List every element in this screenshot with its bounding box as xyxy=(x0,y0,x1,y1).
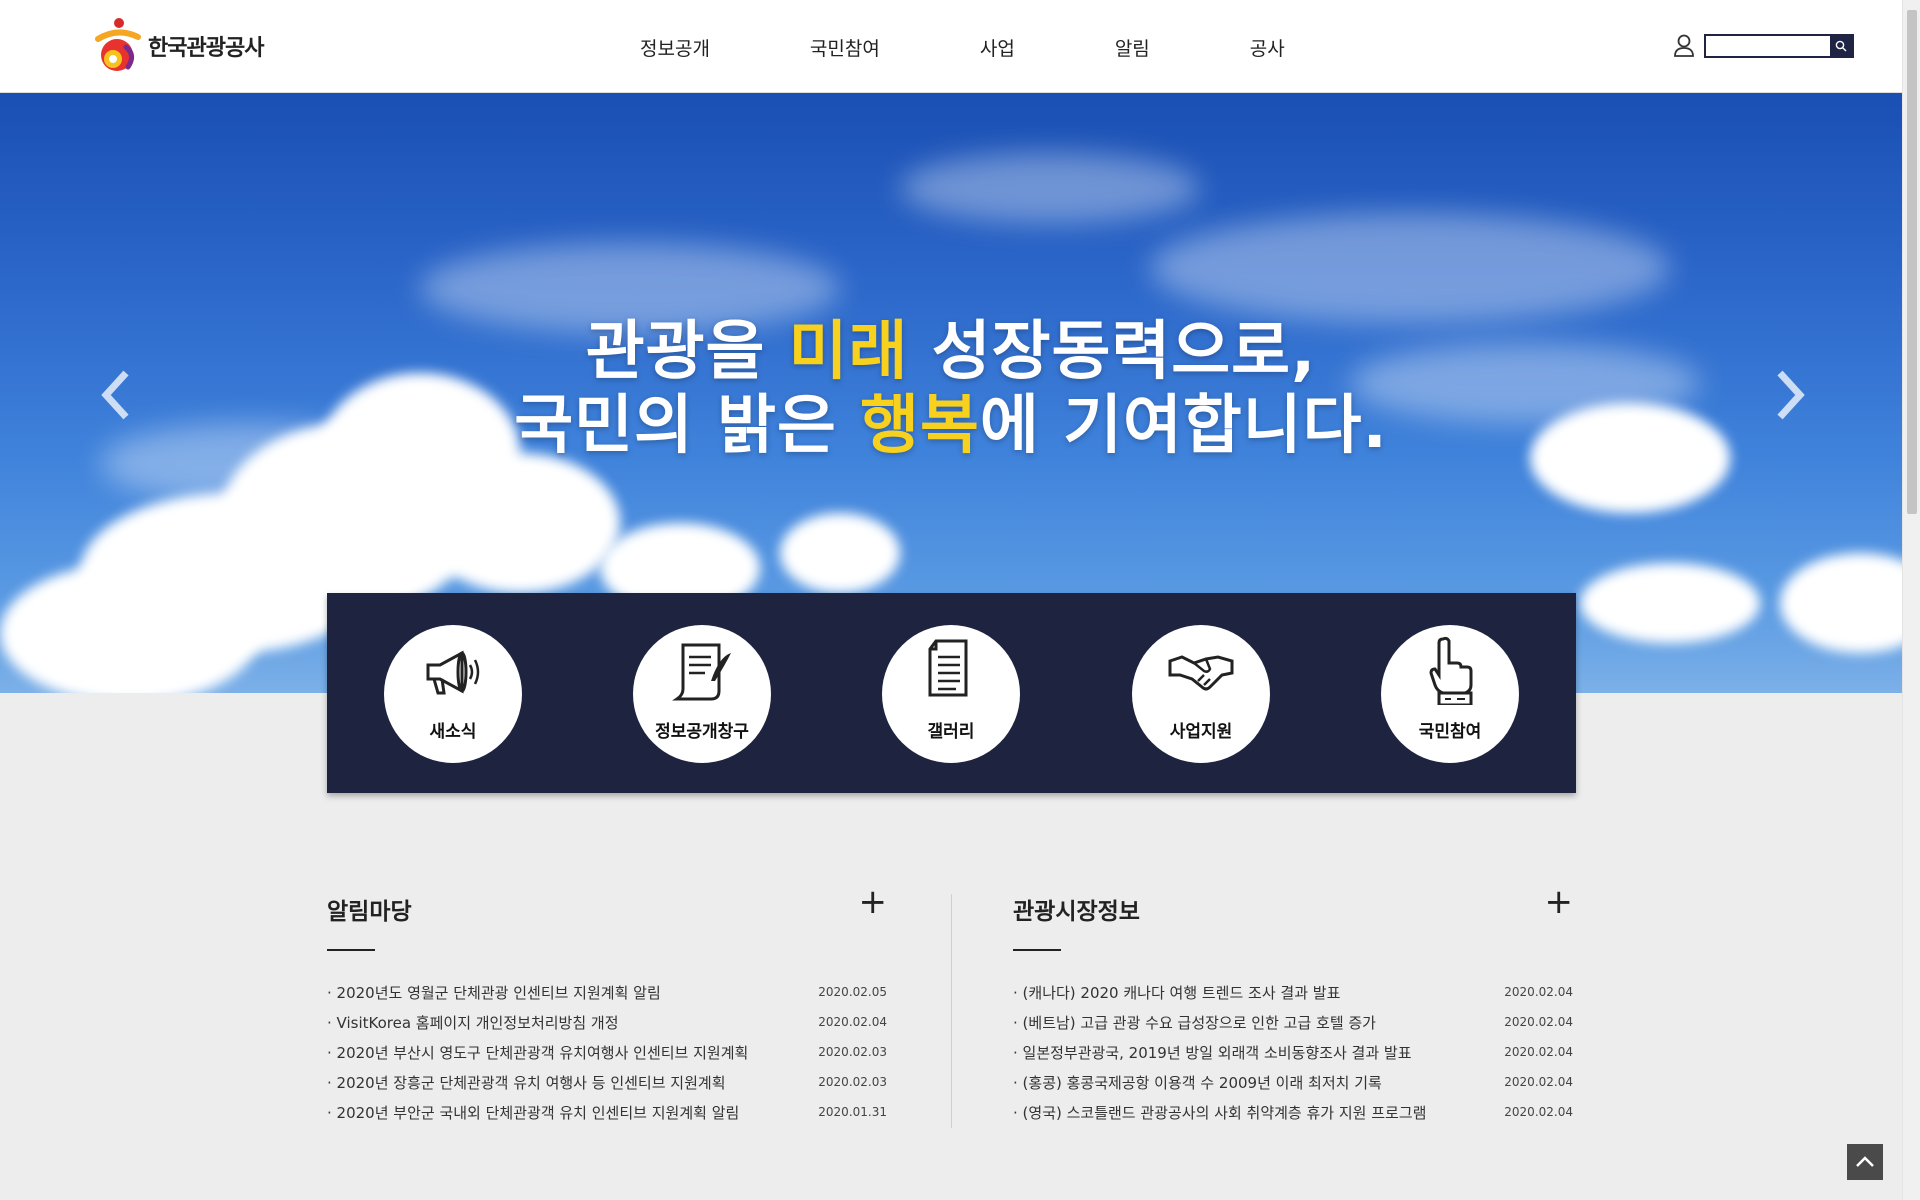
cloud xyxy=(420,453,620,593)
list-item[interactable]: · 2020년 부안군 국내외 단체관광객 유치 인센티브 지원계획 알림 202… xyxy=(327,1100,887,1130)
hero-text: 관광을 xyxy=(585,315,789,389)
user-icon[interactable] xyxy=(1673,34,1695,58)
hero-text: 성장동력으로, xyxy=(908,315,1317,389)
item-title[interactable]: · (베트남) 고급 관광 수요 급성장으로 인한 고급 호텔 증가 xyxy=(1013,1012,1443,1033)
hero-text: 국민의 밝은 xyxy=(514,389,861,463)
search-input[interactable] xyxy=(1706,37,1838,57)
board-title: 관광시장정보 xyxy=(1013,899,1140,925)
logo-text: 한국관광공사 xyxy=(148,36,264,61)
pointing-hand-icon xyxy=(1429,636,1473,705)
item-date: 2020.02.03 xyxy=(818,1075,887,1089)
scroll-to-top-button[interactable] xyxy=(1847,1144,1883,1180)
quick-item-news[interactable]: 새소식 xyxy=(384,625,522,763)
quick-item-business-support[interactable]: 사업지원 xyxy=(1132,625,1270,763)
hero-slogan: 관광을 미래 성장동력으로, 국민의 밝은 행복에 기여합니다. xyxy=(0,315,1902,463)
nav-item-participation[interactable]: 국민참여 xyxy=(810,34,880,61)
item-date: 2020.02.03 xyxy=(818,1045,887,1059)
quick-item-info-request[interactable]: 정보공개창구 xyxy=(633,625,771,763)
hero-line-1: 관광을 미래 성장동력으로, xyxy=(0,315,1902,389)
list-item[interactable]: · (영국) 스코틀랜드 관광공사의 사회 취약계층 휴가 지원 프로그램 202… xyxy=(1013,1100,1573,1130)
list-item[interactable]: · 2020년도 영월군 단체관광 인센티브 지원계획 알림 2020.02.05 xyxy=(327,980,887,1010)
item-date: 2020.02.04 xyxy=(1504,1075,1573,1089)
item-title[interactable]: · (홍콩) 홍콩국제공항 이용객 수 2009년 이래 최저치 기록 xyxy=(1013,1072,1443,1093)
quick-item-gallery[interactable]: 갤러리 xyxy=(882,625,1020,763)
item-title[interactable]: · 2020년 장흥군 단체관광객 유치 여행사 등 인센티브 지원계획 xyxy=(327,1072,757,1093)
board-title: 알림마당 xyxy=(327,899,412,925)
site-header: 한국관광공사 정보공개 국민참여 사업 알림 공사 xyxy=(0,0,1902,93)
hero-line-2: 국민의 밝은 행복에 기여합니다. xyxy=(0,389,1902,463)
hero-highlight: 행복 xyxy=(860,389,980,463)
handshake-icon xyxy=(1168,655,1234,691)
item-title[interactable]: · (영국) 스코틀랜드 관광공사의 사회 취약계층 휴가 지원 프로그램 xyxy=(1013,1102,1443,1123)
item-date: 2020.01.31 xyxy=(818,1105,887,1119)
item-date: 2020.02.04 xyxy=(1504,1105,1573,1119)
market-list: · (캐나다) 2020 캐나다 여행 트렌드 조사 결과 발표 2020.02.… xyxy=(1013,980,1573,1130)
item-title[interactable]: · 2020년 부안군 국내외 단체관광객 유치 인센티브 지원계획 알림 xyxy=(327,1102,757,1123)
quick-item-label: 갤러리 xyxy=(927,722,975,742)
title-underline xyxy=(327,949,375,951)
list-item[interactable]: · 2020년 장흥군 단체관광객 유치 여행사 등 인센티브 지원계획 2020… xyxy=(327,1070,887,1100)
page-scrollbar[interactable] xyxy=(1902,0,1920,1200)
item-date: 2020.02.04 xyxy=(1504,1015,1573,1029)
item-title[interactable]: · 2020년 부산시 영도구 단체관광객 유치여행사 인센티브 지원계획 xyxy=(327,1042,757,1063)
hero-highlight: 미래 xyxy=(788,315,909,389)
board-divider xyxy=(951,894,952,1128)
cloud xyxy=(1780,553,1902,653)
item-date: 2020.02.04 xyxy=(1504,1045,1573,1059)
search-box xyxy=(1704,34,1854,58)
item-title[interactable]: · 일본정부관광국, 2019년 방일 외래객 소비동향조사 결과 발표 xyxy=(1013,1042,1443,1063)
next-slide-arrow-icon[interactable] xyxy=(1770,365,1810,425)
list-item[interactable]: · 2020년 부산시 영도구 단체관광객 유치여행사 인센티브 지원계획 202… xyxy=(327,1040,887,1070)
cloud xyxy=(780,513,900,593)
quick-item-label: 새소식 xyxy=(429,722,477,742)
scroll-quill-icon xyxy=(672,643,731,701)
list-item[interactable]: · VisitKorea 홈페이지 개인정보처리방침 개정 2020.02.04 xyxy=(327,1010,887,1040)
nav-item-business[interactable]: 사업 xyxy=(980,34,1015,61)
site-logo[interactable]: 한국관광공사 xyxy=(92,16,264,76)
item-title[interactable]: · (캐나다) 2020 캐나다 여행 트렌드 조사 결과 발표 xyxy=(1013,982,1443,1003)
nav-item-notice[interactable]: 알림 xyxy=(1115,34,1150,61)
item-date: 2020.02.05 xyxy=(818,985,887,999)
cloud-wisp xyxy=(900,153,1200,223)
chevron-up-icon xyxy=(1856,1156,1874,1167)
list-item[interactable]: · (베트남) 고급 관광 수요 급성장으로 인한 고급 호텔 증가 2020.0… xyxy=(1013,1010,1573,1040)
document-icon xyxy=(928,639,968,697)
item-title[interactable]: · 2020년도 영월군 단체관광 인센티브 지원계획 알림 xyxy=(327,982,757,1003)
item-date: 2020.02.04 xyxy=(1504,985,1573,999)
nav-item-info[interactable]: 정보공개 xyxy=(640,34,710,61)
prev-slide-arrow-icon[interactable] xyxy=(96,365,136,425)
quick-menu: 새소식 정보공개창구 갤러리 사업지원 국민참여 xyxy=(327,593,1576,793)
notice-list: · 2020년도 영월군 단체관광 인센티브 지원계획 알림 2020.02.05… xyxy=(327,980,887,1130)
list-item[interactable]: · 일본정부관광국, 2019년 방일 외래객 소비동향조사 결과 발표 2020… xyxy=(1013,1040,1573,1070)
cloud xyxy=(1580,563,1760,643)
quick-item-label: 사업지원 xyxy=(1169,722,1233,742)
scrollbar-thumb[interactable] xyxy=(1907,10,1917,514)
quick-item-label: 정보공개창구 xyxy=(655,722,749,742)
item-date: 2020.02.04 xyxy=(818,1015,887,1029)
search-icon xyxy=(1835,40,1847,52)
item-title[interactable]: · VisitKorea 홈페이지 개인정보처리방침 개정 xyxy=(327,1012,757,1033)
main-nav: 정보공개 국민참여 사업 알림 공사 xyxy=(640,34,1385,61)
search-button[interactable] xyxy=(1830,36,1852,56)
quick-item-participation[interactable]: 국민참여 xyxy=(1381,625,1519,763)
megaphone-icon xyxy=(426,650,480,695)
cloud-wisp xyxy=(1150,213,1670,323)
hero-text: 에 기여합니다. xyxy=(979,389,1388,463)
list-item[interactable]: · (홍콩) 홍콩국제공항 이용객 수 2009년 이래 최저치 기록 2020.… xyxy=(1013,1070,1573,1100)
more-plus-button[interactable]: + xyxy=(1545,880,1574,924)
list-item[interactable]: · (캐나다) 2020 캐나다 여행 트렌드 조사 결과 발표 2020.02.… xyxy=(1013,980,1573,1010)
title-underline xyxy=(1013,949,1061,951)
quick-item-label: 국민참여 xyxy=(1418,722,1482,742)
more-plus-button[interactable]: + xyxy=(859,880,888,924)
logo-mark-icon xyxy=(95,18,141,71)
nav-item-company[interactable]: 공사 xyxy=(1250,34,1285,61)
cloud xyxy=(0,563,260,693)
